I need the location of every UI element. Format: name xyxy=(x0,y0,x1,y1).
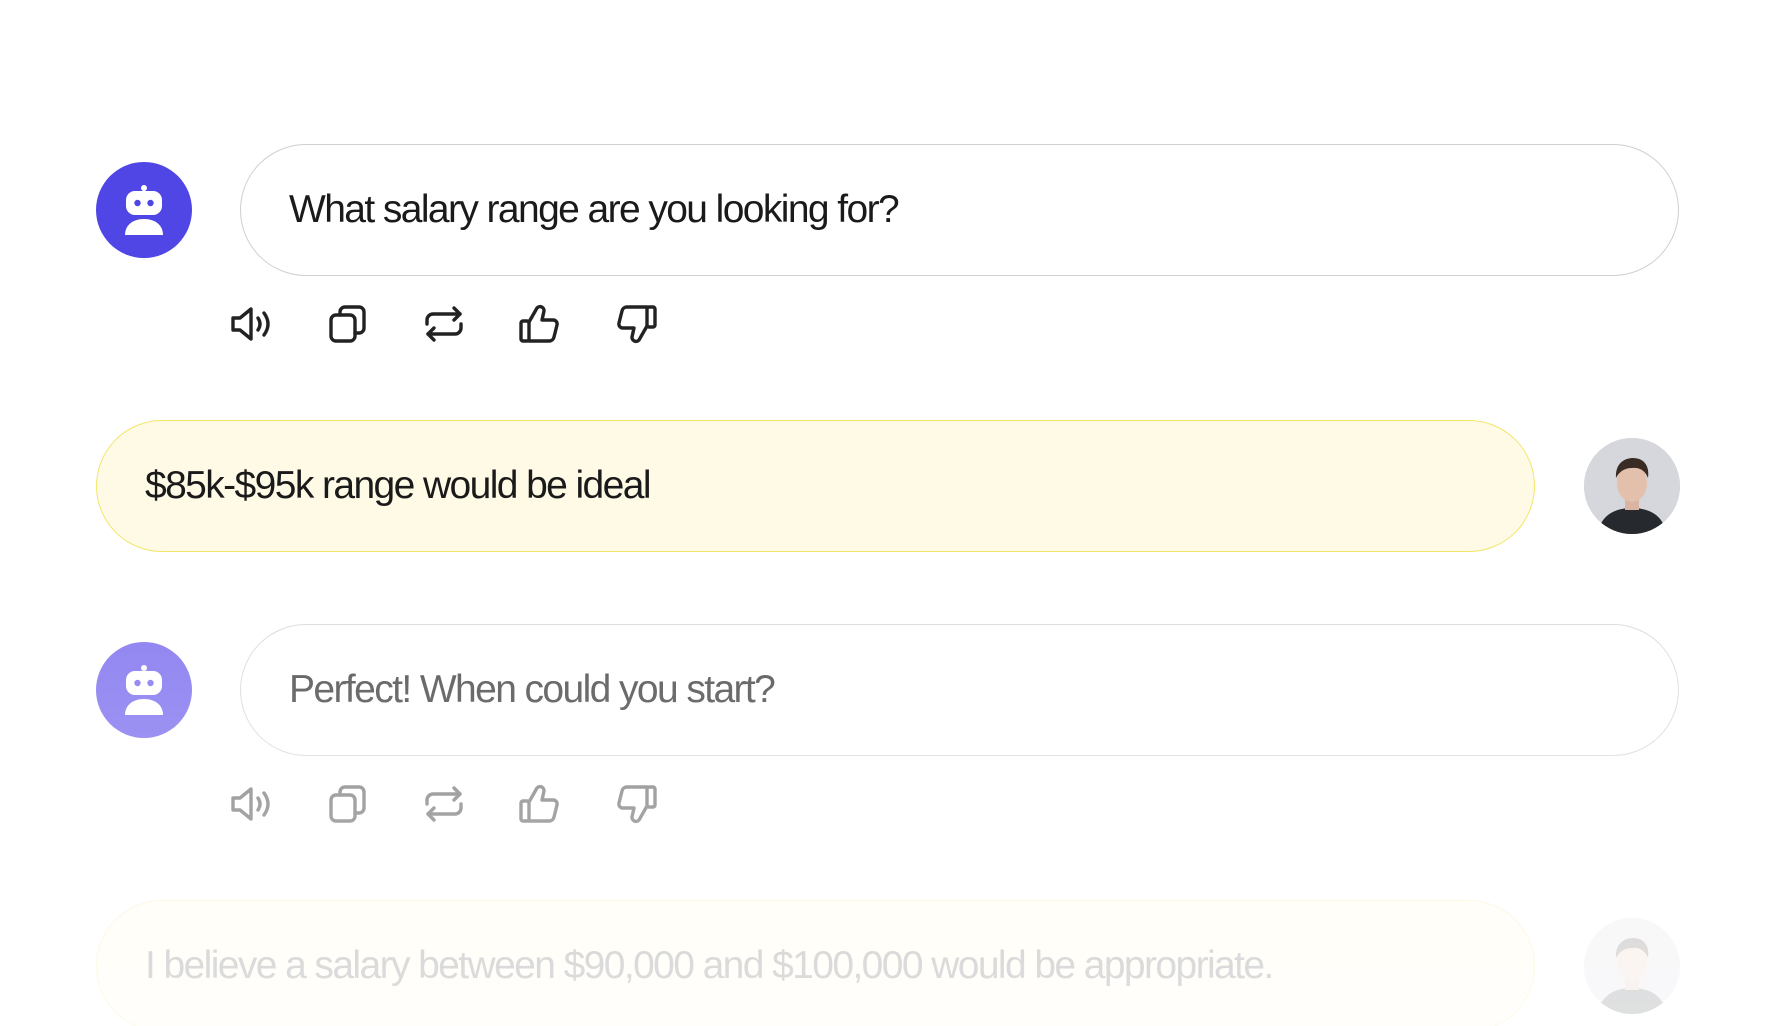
copy-button[interactable] xyxy=(324,300,372,348)
copy-icon xyxy=(329,305,366,343)
thumbs-up-icon xyxy=(519,304,559,343)
copy-button[interactable] xyxy=(324,780,372,828)
message-actions xyxy=(228,780,660,828)
read-aloud-button[interactable] xyxy=(228,780,276,828)
copy-icon xyxy=(329,785,366,823)
robot-icon xyxy=(125,185,163,235)
user-message-bubble: I believe a salary between $90,000 and $… xyxy=(96,900,1535,1026)
thumbs-down-button[interactable] xyxy=(612,300,660,348)
message-text: I believe a salary between $90,000 and $… xyxy=(145,944,1274,987)
assistant-message-bubble: What salary range are you looking for? xyxy=(240,144,1679,276)
regenerate-icon xyxy=(425,306,463,342)
speaker-icon xyxy=(231,787,270,821)
chat-thread: What salary range are you looking for? $… xyxy=(0,0,1776,1026)
bot-avatar xyxy=(96,642,192,738)
user-avatar xyxy=(1584,438,1680,534)
message-actions xyxy=(228,300,660,348)
message-text: Perfect! When could you start? xyxy=(289,668,776,711)
thumbs-down-icon xyxy=(617,785,657,824)
speaker-icon xyxy=(231,307,270,341)
thumbs-down-button[interactable] xyxy=(612,780,660,828)
user-message-bubble: $85k-$95k range would be ideal xyxy=(96,420,1535,552)
regenerate-icon xyxy=(425,786,463,822)
regenerate-button[interactable] xyxy=(420,780,468,828)
thumbs-down-icon xyxy=(617,305,657,344)
assistant-message-bubble: Perfect! When could you start? xyxy=(240,624,1679,756)
robot-icon xyxy=(125,665,163,715)
read-aloud-button[interactable] xyxy=(228,300,276,348)
thumbs-up-icon xyxy=(519,784,559,823)
thumbs-up-button[interactable] xyxy=(516,780,564,828)
thumbs-up-button[interactable] xyxy=(516,300,564,348)
bot-avatar xyxy=(96,162,192,258)
user-avatar xyxy=(1584,918,1680,1014)
user-photo xyxy=(1584,438,1680,534)
user-photo xyxy=(1584,918,1680,1014)
message-text: $85k-$95k range would be ideal xyxy=(145,464,652,507)
regenerate-button[interactable] xyxy=(420,300,468,348)
message-text: What salary range are you looking for? xyxy=(289,188,900,231)
